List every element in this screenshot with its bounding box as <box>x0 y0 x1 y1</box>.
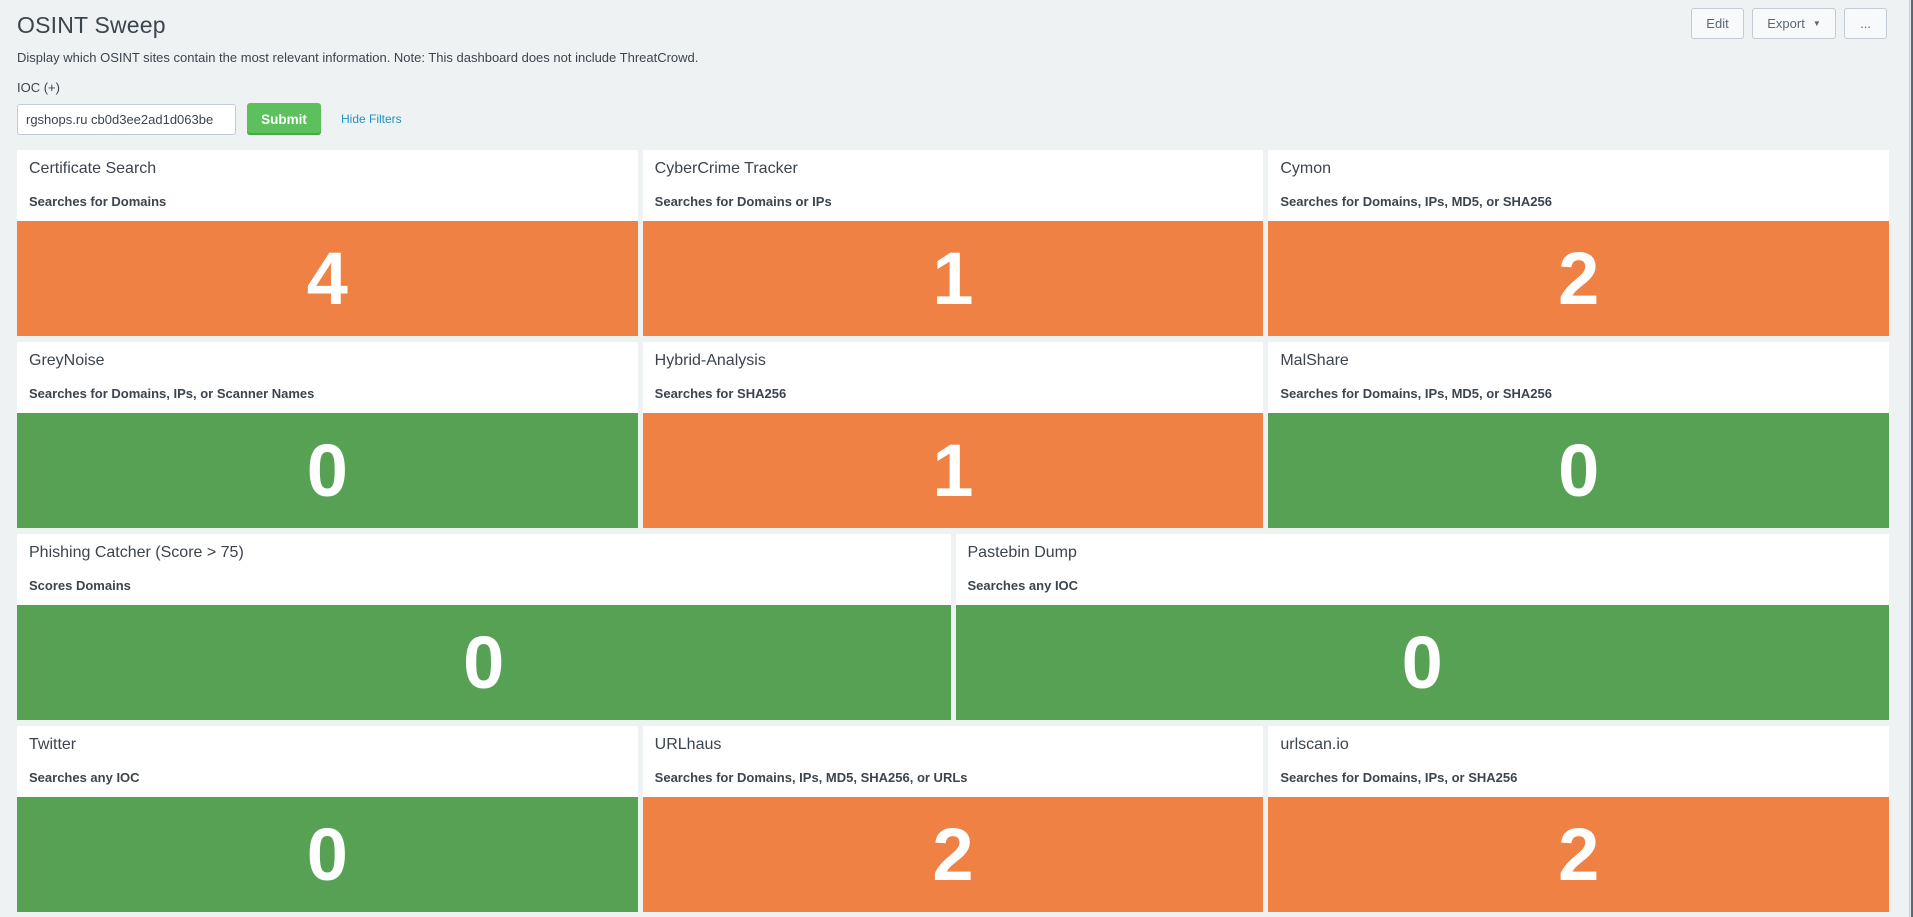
edit-button[interactable]: Edit <box>1691 8 1744 39</box>
filters-fieldset: IOC (+) Submit Hide Filters <box>17 80 402 135</box>
page-title: OSINT Sweep <box>17 12 166 38</box>
hide-filters-link[interactable]: Hide Filters <box>341 112 402 126</box>
panel-subtitle: Searches any IOC <box>967 578 1079 593</box>
panel-title: urlscan.io <box>1280 736 1349 753</box>
panel-header: Phishing Catcher (Score > 75) Scores Dom… <box>17 534 951 605</box>
panel-row: Phishing Catcher (Score > 75) Scores Dom… <box>17 534 1889 720</box>
single-value[interactable]: 0 <box>17 797 638 912</box>
panels-grid: Certificate Search Searches for Domains … <box>17 150 1890 917</box>
panel-header: Certificate Search Searches for Domains <box>17 150 638 221</box>
ioc-label: IOC (+) <box>17 80 60 95</box>
panel-cymon: Cymon Searches for Domains, IPs, MD5, or… <box>1268 150 1890 336</box>
panel-hybrid-analysis: Hybrid-Analysis Searches for SHA256 1 <box>642 342 1264 528</box>
single-value[interactable]: 0 <box>17 605 951 720</box>
panel-title: MalShare <box>1280 352 1349 369</box>
single-value[interactable]: 2 <box>642 797 1264 912</box>
filters-row: Submit Hide Filters <box>17 103 402 135</box>
export-button-label: Export <box>1767 16 1805 31</box>
panel-row: Twitter Searches any IOC 0 URLhaus Searc… <box>17 726 1890 912</box>
panel-title: CyberCrime Tracker <box>654 160 798 177</box>
panel-phishing-catcher: Phishing Catcher (Score > 75) Scores Dom… <box>17 534 951 720</box>
panel-title: Hybrid-Analysis <box>654 352 766 369</box>
panel-header: URLhaus Searches for Domains, IPs, MD5, … <box>643 726 1264 797</box>
panel-urlhaus: URLhaus Searches for Domains, IPs, MD5, … <box>642 726 1264 912</box>
caret-down-icon: ▼ <box>1812 19 1821 28</box>
panel-twitter: Twitter Searches any IOC 0 <box>17 726 638 912</box>
single-value[interactable]: 0 <box>955 605 1889 720</box>
panel-subtitle: Scores Domains <box>29 578 131 593</box>
single-value[interactable]: 1 <box>642 413 1264 528</box>
submit-button[interactable]: Submit <box>247 103 321 135</box>
panel-subtitle: Searches for Domains, IPs, or SHA256 <box>1280 770 1518 785</box>
page-description: Display which OSINT sites contain the mo… <box>17 50 699 65</box>
single-value[interactable]: 0 <box>17 413 638 528</box>
panel-title: URLhaus <box>654 736 722 753</box>
panel-header: Hybrid-Analysis Searches for SHA256 <box>643 342 1264 413</box>
more-actions-button[interactable]: ... <box>1844 8 1887 39</box>
panel-subtitle: Searches for Domains or IPs <box>654 194 832 209</box>
panel-header: CyberCrime Tracker Searches for Domains … <box>643 150 1264 221</box>
panel-title: Pastebin Dump <box>967 544 1077 561</box>
scrollbar[interactable] <box>1909 0 1913 917</box>
panel-malshare: MalShare Searches for Domains, IPs, MD5,… <box>1268 342 1890 528</box>
panel-title: GreyNoise <box>29 352 105 369</box>
single-value[interactable]: 2 <box>1268 797 1890 912</box>
panel-subtitle: Searches for Domains, IPs, MD5, or SHA25… <box>1280 194 1552 209</box>
panel-title: Cymon <box>1280 160 1332 177</box>
panel-header: Twitter Searches any IOC <box>17 726 638 797</box>
panel-subtitle: Searches for Domains, IPs, or Scanner Na… <box>29 386 315 401</box>
panel-cybercrime-tracker: CyberCrime Tracker Searches for Domains … <box>642 150 1264 336</box>
dashboard-page: OSINT Sweep Display which OSINT sites co… <box>0 0 1913 917</box>
panel-subtitle: Searches for Domains, IPs, MD5, or SHA25… <box>1280 386 1552 401</box>
single-value[interactable]: 4 <box>17 221 638 336</box>
panel-title: Phishing Catcher (Score > 75) <box>29 544 244 561</box>
panel-title: Certificate Search <box>29 160 157 177</box>
panel-certificate-search: Certificate Search Searches for Domains … <box>17 150 638 336</box>
panel-row: GreyNoise Searches for Domains, IPs, or … <box>17 342 1890 528</box>
single-value[interactable]: 1 <box>642 221 1264 336</box>
panel-pastebin-dump: Pastebin Dump Searches any IOC 0 <box>955 534 1890 720</box>
panel-subtitle: Searches for Domains <box>29 194 167 209</box>
panel-row: Certificate Search Searches for Domains … <box>17 150 1890 336</box>
panel-subtitle: Searches for Domains, IPs, MD5, SHA256, … <box>654 770 968 785</box>
panel-header: MalShare Searches for Domains, IPs, MD5,… <box>1268 342 1889 413</box>
export-button[interactable]: Export ▼ <box>1752 8 1836 39</box>
panel-greynoise: GreyNoise Searches for Domains, IPs, or … <box>17 342 638 528</box>
single-value[interactable]: 2 <box>1268 221 1890 336</box>
dashboard-actions: Edit Export ▼ ... <box>1691 8 1887 39</box>
panel-subtitle: Searches for SHA256 <box>654 386 787 401</box>
panel-header: Cymon Searches for Domains, IPs, MD5, or… <box>1268 150 1889 221</box>
more-actions-label: ... <box>1860 16 1871 31</box>
panel-header: Pastebin Dump Searches any IOC <box>956 534 1890 605</box>
edit-button-label: Edit <box>1706 16 1729 31</box>
panel-header: GreyNoise Searches for Domains, IPs, or … <box>17 342 638 413</box>
single-value[interactable]: 0 <box>1268 413 1890 528</box>
ioc-input[interactable] <box>17 103 236 135</box>
panel-subtitle: Searches any IOC <box>29 770 140 785</box>
panel-header: urlscan.io Searches for Domains, IPs, or… <box>1268 726 1889 797</box>
panel-urlscan: urlscan.io Searches for Domains, IPs, or… <box>1268 726 1890 912</box>
panel-title: Twitter <box>29 736 77 753</box>
